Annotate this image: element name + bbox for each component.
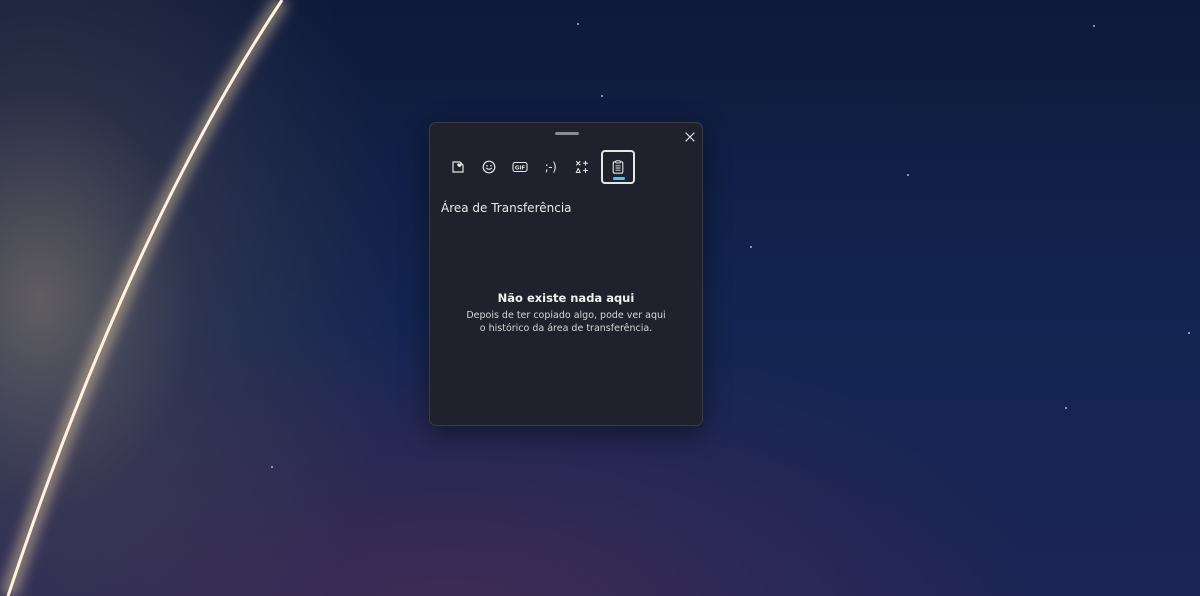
kaomoji-icon: ;-) <box>544 160 557 174</box>
drag-handle[interactable] <box>555 132 579 135</box>
star <box>1093 25 1095 27</box>
star <box>601 95 603 97</box>
tab-symbols[interactable] <box>566 150 597 184</box>
clipboard-icon <box>612 160 624 174</box>
empty-state-title: Não existe nada aqui <box>497 291 635 305</box>
tab-clipboard[interactable] <box>601 150 635 184</box>
tab-gif[interactable]: GIF <box>504 150 535 184</box>
gif-label: GIF <box>514 166 525 172</box>
tab-kaomoji[interactable]: ;-) <box>535 150 566 184</box>
gif-icon: GIF <box>511 161 528 173</box>
star <box>907 174 909 176</box>
close-icon <box>685 132 695 142</box>
tab-emoji[interactable] <box>473 150 504 184</box>
empty-state-description: Depois de ter copiado algo, pode ver aqu… <box>466 310 666 334</box>
star <box>1065 407 1067 409</box>
desktop-wallpaper: GIF ;-) Área de Transferência Não existe… <box>0 0 1200 596</box>
tab-stickers[interactable] <box>442 150 473 184</box>
smiley-icon <box>482 160 495 174</box>
sticker-heart-icon <box>451 161 464 173</box>
star <box>271 466 273 468</box>
star <box>750 246 752 248</box>
symbols-icon <box>575 160 588 174</box>
close-button[interactable] <box>680 127 700 147</box>
empty-state: Não existe nada aqui Depois de ter copia… <box>430 291 702 335</box>
tab-bar: GIF ;-) <box>442 150 635 184</box>
star <box>1188 332 1190 334</box>
active-tab-indicator <box>613 177 625 180</box>
star <box>577 23 579 25</box>
clipboard-panel: GIF ;-) Área de Transferência Não existe… <box>429 122 703 426</box>
section-title: Área de Transferência <box>441 201 572 215</box>
